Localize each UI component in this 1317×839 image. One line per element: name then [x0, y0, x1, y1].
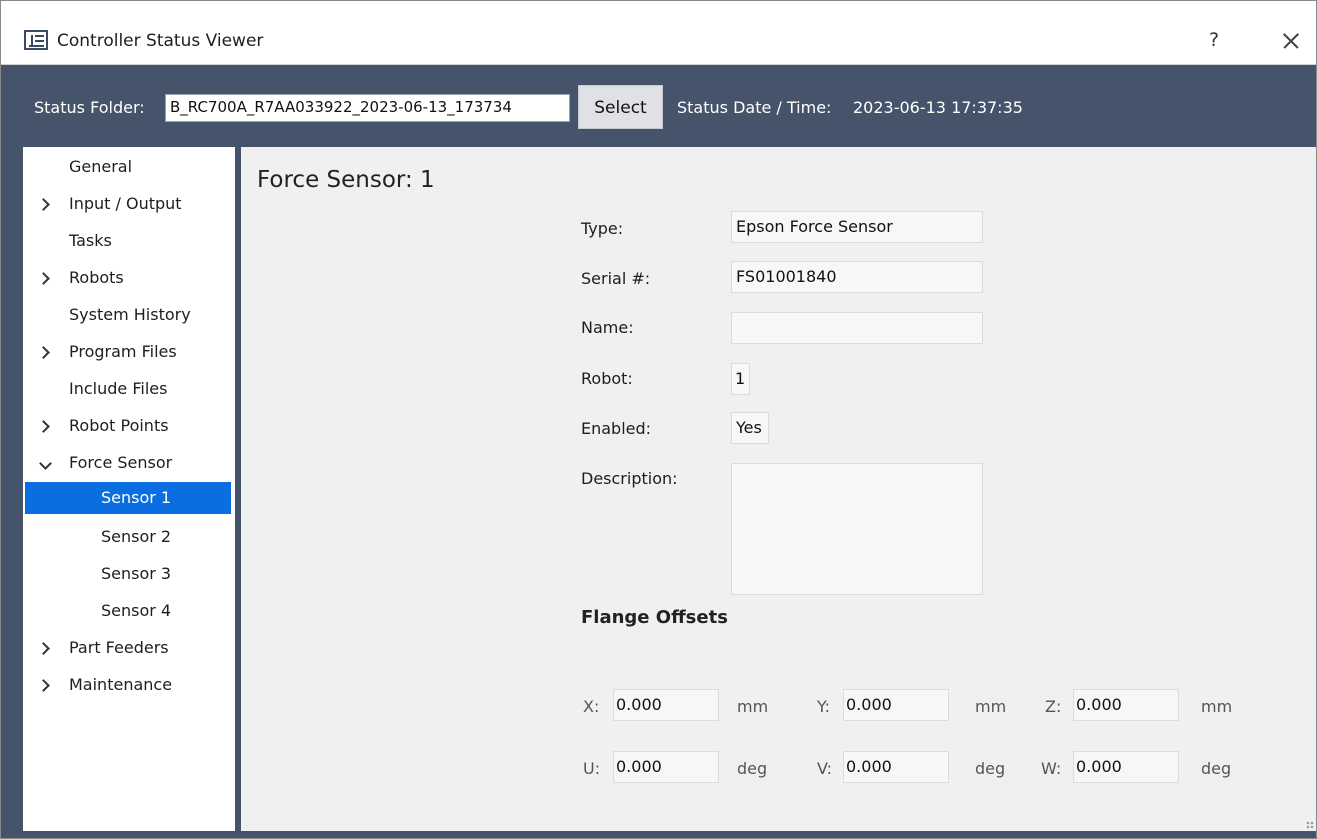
window-title: Controller Status Viewer — [57, 31, 264, 51]
tree-item-sensor-4[interactable]: Sensor 4 — [25, 595, 231, 627]
chevron-right-icon[interactable] — [37, 669, 50, 701]
tree-item-label: Tasks — [69, 231, 112, 250]
tree-item-maintenance[interactable]: Maintenance — [25, 669, 231, 701]
status-date-value: 2023-06-13 17:37:35 — [853, 98, 1023, 117]
v-offset-unit: deg — [975, 759, 1006, 778]
name-field[interactable] — [731, 312, 983, 344]
y-offset-field[interactable]: 0.000 — [843, 689, 949, 721]
tree-item-robot-points[interactable]: Robot Points — [25, 410, 231, 442]
detail-panel: Force Sensor: 1 Type: Epson Force Sensor… — [241, 147, 1316, 831]
tree-item-label: Program Files — [69, 342, 177, 361]
tree-item-label: Force Sensor — [69, 453, 173, 472]
tree-item-label: Include Files — [69, 379, 168, 398]
flange-offsets-heading: Flange Offsets — [581, 607, 728, 628]
chevron-right-icon[interactable] — [37, 336, 50, 368]
tree-item-sensor-3[interactable]: Sensor 3 — [25, 558, 231, 590]
z-offset-field[interactable]: 0.000 — [1073, 689, 1179, 721]
w-offset-label: W: — [1041, 759, 1062, 778]
tree-item-label: Input / Output — [69, 194, 182, 213]
tree-item-part-feeders[interactable]: Part Feeders — [25, 632, 231, 664]
x-offset-field[interactable]: 0.000 — [613, 689, 719, 721]
tree-item-label: Robots — [69, 268, 124, 287]
enabled-label: Enabled: — [581, 419, 652, 438]
tree-item-system-history[interactable]: System History — [25, 299, 231, 331]
chevron-right-icon[interactable] — [37, 188, 50, 220]
navigation-tree: General Input / Output Tasks Robots Syst… — [23, 147, 235, 831]
z-offset-label: Z: — [1045, 697, 1062, 716]
resize-grip-icon[interactable] — [1306, 821, 1314, 829]
enabled-field[interactable]: Yes — [731, 412, 769, 444]
tree-item-label: Sensor 1 — [101, 488, 172, 507]
help-button[interactable]: ? — [1199, 25, 1229, 55]
tree-item-robots[interactable]: Robots — [25, 262, 231, 294]
status-header: Status Folder: B_RC700A_R7AA033922_2023-… — [1, 66, 1316, 146]
title-bar: Controller Status Viewer ? — [1, 1, 1316, 65]
x-offset-label: X: — [583, 697, 600, 716]
name-label: Name: — [581, 318, 634, 337]
v-offset-label: V: — [817, 759, 833, 778]
tree-item-include-files[interactable]: Include Files — [25, 373, 231, 405]
page-title: Force Sensor: 1 — [257, 167, 435, 193]
w-offset-unit: deg — [1201, 759, 1232, 778]
status-date-label: Status Date / Time: — [677, 98, 832, 117]
x-offset-unit: mm — [737, 697, 769, 716]
tree-item-label: Sensor 3 — [101, 564, 172, 583]
select-button[interactable]: Select — [578, 85, 663, 129]
w-offset-field[interactable]: 0.000 — [1073, 751, 1179, 783]
app-icon — [24, 30, 48, 50]
status-folder-label: Status Folder: — [34, 98, 145, 117]
tree-item-label: Sensor 2 — [101, 527, 172, 546]
tree-item-program-files[interactable]: Program Files — [25, 336, 231, 368]
tree-item-sensor-1[interactable]: Sensor 1 — [25, 482, 231, 514]
y-offset-label: Y: — [817, 697, 831, 716]
serial-field[interactable]: FS01001840 — [731, 261, 983, 293]
u-offset-field[interactable]: 0.000 — [613, 751, 719, 783]
u-offset-label: U: — [583, 759, 601, 778]
tree-item-tasks[interactable]: Tasks — [25, 225, 231, 257]
robot-label: Robot: — [581, 369, 633, 388]
description-label: Description: — [581, 469, 678, 488]
tree-item-input-output[interactable]: Input / Output — [25, 188, 231, 220]
y-offset-unit: mm — [975, 697, 1007, 716]
status-folder-field[interactable]: B_RC700A_R7AA033922_2023-06-13_173734 — [165, 94, 570, 122]
serial-label: Serial #: — [581, 269, 651, 288]
chevron-down-icon[interactable] — [39, 447, 52, 479]
description-field[interactable] — [731, 463, 983, 595]
tree-item-force-sensor[interactable]: Force Sensor — [25, 447, 231, 479]
tree-item-general[interactable]: General — [25, 151, 231, 183]
robot-field[interactable]: 1 — [731, 363, 750, 395]
type-field[interactable]: Epson Force Sensor — [731, 211, 983, 243]
tree-item-label: Part Feeders — [69, 638, 169, 657]
type-label: Type: — [581, 219, 624, 238]
chevron-right-icon[interactable] — [37, 410, 50, 442]
chevron-right-icon[interactable] — [37, 632, 50, 664]
tree-item-label: Sensor 4 — [101, 601, 172, 620]
controller-status-viewer-window: Controller Status Viewer ? Status Folder… — [0, 0, 1317, 839]
v-offset-field[interactable]: 0.000 — [843, 751, 949, 783]
tree-item-label: General — [69, 157, 133, 176]
u-offset-unit: deg — [737, 759, 768, 778]
close-icon[interactable] — [1275, 25, 1307, 57]
tree-item-sensor-2[interactable]: Sensor 2 — [25, 521, 231, 553]
z-offset-unit: mm — [1201, 697, 1233, 716]
tree-item-label: Robot Points — [69, 416, 169, 435]
tree-item-label: Maintenance — [69, 675, 173, 694]
chevron-right-icon[interactable] — [37, 262, 50, 294]
tree-item-label: System History — [69, 305, 191, 324]
